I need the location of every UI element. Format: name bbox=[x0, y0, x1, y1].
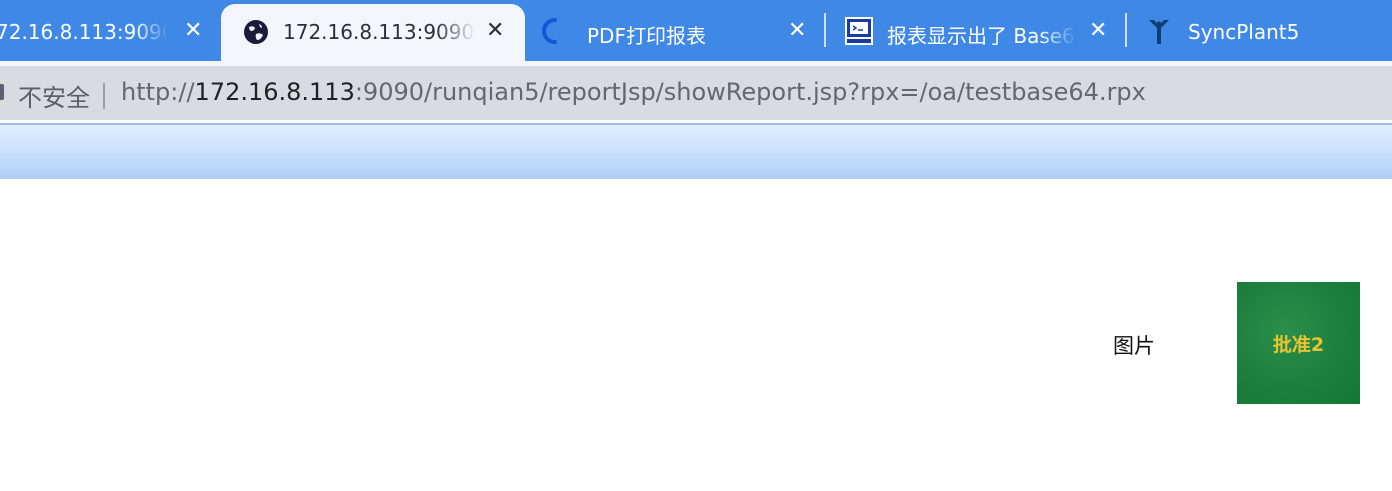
tab-title: SyncPlant5 bbox=[1188, 20, 1300, 44]
url-scheme: http:// bbox=[121, 78, 195, 106]
report-toolbar bbox=[0, 123, 1392, 179]
security-icon[interactable] bbox=[0, 84, 4, 100]
address-bar: 不安全 http://172.16.8.113:9090/runqian5/re… bbox=[0, 61, 1392, 120]
url-path: :9090/runqian5/reportJsp/showReport.jsp?… bbox=[354, 78, 1146, 106]
tab-ip-active[interactable]: 172.16.8.113:9090/ ✕ bbox=[221, 4, 525, 61]
college-site-icon bbox=[845, 17, 873, 50]
tab-close-button[interactable]: ✕ bbox=[486, 20, 504, 42]
tab-title: PDF打印报表 bbox=[587, 24, 706, 48]
globe-icon bbox=[243, 19, 269, 50]
omnibox[interactable]: 不安全 http://172.16.8.113:9090/runqian5/re… bbox=[0, 66, 1392, 120]
omnibox-divider bbox=[103, 83, 105, 109]
stamp-text: 批准2 bbox=[1272, 333, 1325, 356]
tab-close-button[interactable]: ✕ bbox=[184, 20, 202, 42]
tab-base64-report[interactable]: 报表显示出了 Base6 ✕ bbox=[826, 4, 1126, 61]
tab-syncplant[interactable]: SyncPlant5 bbox=[1127, 4, 1392, 61]
loading-spinner-icon bbox=[541, 17, 565, 50]
tab-close-button[interactable]: ✕ bbox=[788, 20, 806, 42]
tab-title: 报表显示出了 Base6 bbox=[887, 24, 1075, 48]
url-host: 172.16.8.113 bbox=[194, 78, 355, 106]
url-text[interactable]: http://172.16.8.113:9090/runqian5/report… bbox=[121, 78, 1146, 106]
tab-title: 172.16.8.113:9090/ bbox=[283, 20, 475, 44]
approval-stamp-image: 批准2 bbox=[1237, 282, 1360, 404]
image-label: 图片 bbox=[1113, 334, 1155, 358]
tab-pdf-print[interactable]: PDF打印报表 ✕ bbox=[525, 4, 825, 61]
syncplant-logo-icon bbox=[1147, 18, 1171, 51]
tab-ip-1[interactable]: 72.16.8.113:9090/ ✕ bbox=[0, 4, 220, 61]
security-indicator[interactable]: 不安全 bbox=[18, 78, 90, 113]
tab-close-button[interactable]: ✕ bbox=[1089, 20, 1107, 42]
tab-title: 72.16.8.113:9090/ bbox=[0, 20, 168, 44]
tab-strip: 72.16.8.113:9090/ ✕ 172.16.8.113:9090/ ✕… bbox=[0, 0, 1392, 61]
